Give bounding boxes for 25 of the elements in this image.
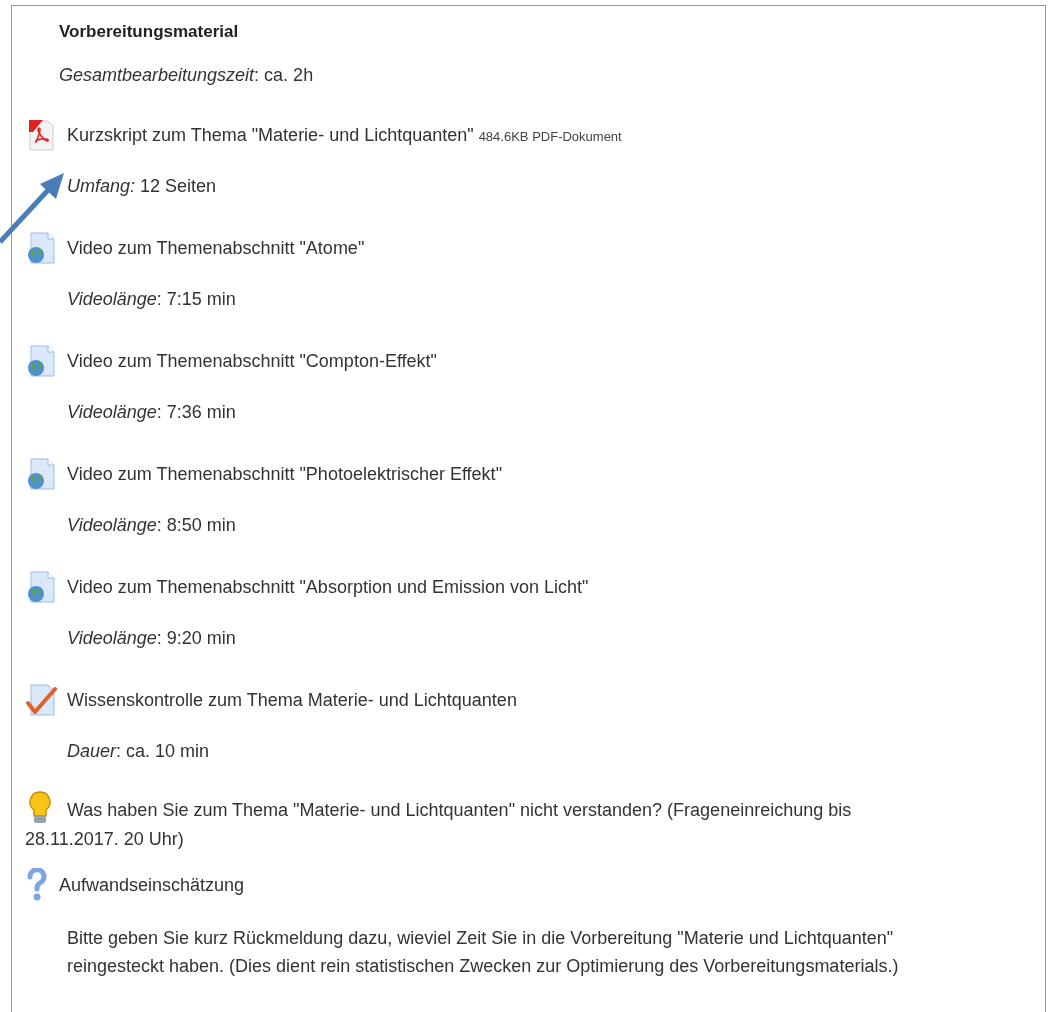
activity-link[interactable]: Video zum Themenabschnitt "Photoelektrischer Effekt" <box>67 463 502 484</box>
activity-link[interactable]: Video zum Themenabschnitt "Atome" <box>67 237 365 258</box>
activity-link[interactable]: Aufwandseinschätzung <box>59 874 245 895</box>
web-page-icon <box>25 344 57 378</box>
detail-text: Videolänge: 7:36 min <box>67 401 237 424</box>
activity-link[interactable]: Video zum Themenabschnitt "Compton-Effekt" <box>67 350 437 371</box>
web-page-icon <box>25 231 57 265</box>
detail-text: Videolänge: 7:15 min <box>67 288 237 311</box>
activity-link[interactable]: Video zum Themenabschnitt "Absorption und Emission von Licht" <box>67 576 589 597</box>
detail-text: Videolänge: 9:20 min <box>67 627 237 650</box>
section-title: Vorbereitungsmaterial <box>58 21 240 43</box>
question-mark-icon <box>25 868 49 902</box>
lightbulb-icon <box>27 790 53 826</box>
detail-text: Umfang: 12 Seiten <box>67 175 218 198</box>
file-size-info: 484.6KB PDF-Dokument <box>478 128 622 144</box>
activity-link[interactable]: Was haben Sie zum Thema "Materie- und Lichtquanten" nicht verstanden? (Frageneinreichung bis 28.11.2017. 20 Uhr) <box>25 796 885 854</box>
description-text: Bitte geben Sie kurz Rückmeldung dazu, wieviel Zeit Sie in die Vorbereitung "Materie und Lichtquanten" reingesteckt haben. (Dies dient rein statistischen Zwecken zur Optimierung des Vorbereitungsmaterials.) <box>67 927 900 978</box>
web-page-icon <box>25 457 57 491</box>
intro-text: Gesamtbearbeitungszeit: ca. 2h <box>59 64 315 87</box>
detail-text: Dauer: ca. 10 min <box>67 740 211 763</box>
activity-link[interactable]: Kurzskript zum Thema "Materie- und Lichtquanten" <box>67 124 474 145</box>
detail-text: Videolänge: 8:50 min <box>67 514 237 537</box>
checkmark-page-icon <box>25 683 57 717</box>
web-page-icon <box>25 570 57 604</box>
activity-link[interactable]: Wissenskontrolle zum Thema Materie- und Lichtquanten <box>67 689 517 710</box>
